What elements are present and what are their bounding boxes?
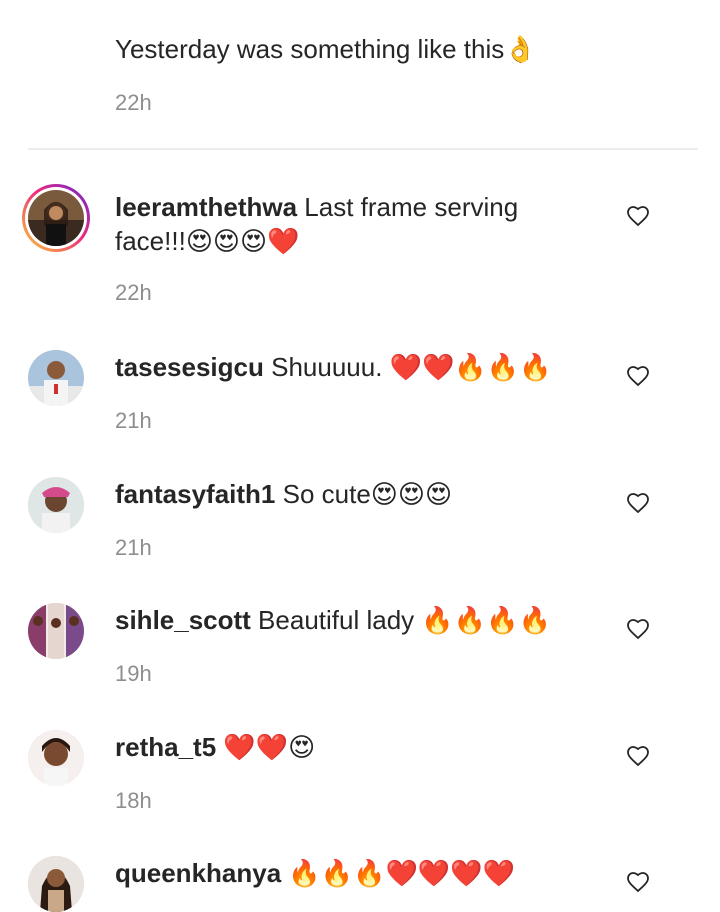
heart-outline-icon[interactable]: [626, 491, 650, 515]
comment-body: leeramthethwa Last frame serving face!!!…: [115, 190, 585, 258]
heart-outline-icon[interactable]: [626, 870, 650, 894]
comment-username[interactable]: tasesesigcu: [115, 352, 264, 382]
heart-outline-icon[interactable]: [626, 204, 650, 228]
comment-body: tasesesigcu Shuuuuu. ❤️❤️🔥🔥🔥: [115, 350, 585, 384]
comment-body: retha_t5 ❤️❤️😍: [115, 730, 585, 764]
avatar[interactable]: [28, 603, 84, 659]
comment-text: Shuuuuu. ❤️❤️🔥🔥🔥: [263, 352, 552, 382]
comment-username[interactable]: leeramthethwa: [115, 192, 297, 222]
caption-timestamp[interactable]: 22h: [115, 90, 152, 116]
comment-timestamp[interactable]: 19h: [115, 661, 152, 687]
comment-username[interactable]: queenkhanya: [115, 858, 281, 888]
comment-text: ❤️❤️😍: [216, 732, 316, 762]
comment-text: Beautiful lady 🔥🔥🔥🔥: [250, 605, 551, 635]
comment-timestamp[interactable]: 21h: [115, 408, 152, 434]
avatar[interactable]: [28, 730, 84, 786]
avatar[interactable]: [28, 477, 84, 533]
caption-text: Yesterday was something like this👌: [115, 34, 537, 64]
avatar-story-ring[interactable]: [22, 184, 90, 252]
comment-body: sihle_scott Beautiful lady 🔥🔥🔥🔥: [115, 603, 585, 637]
heart-outline-icon[interactable]: [626, 617, 650, 641]
comment-text: So cute😍😍😍: [275, 479, 453, 509]
avatar: [28, 190, 84, 246]
comment-timestamp[interactable]: 21h: [115, 535, 152, 561]
avatar[interactable]: [28, 856, 84, 912]
comment-username[interactable]: sihle_scott: [115, 605, 251, 635]
comment-username[interactable]: retha_t5: [115, 732, 216, 762]
heart-outline-icon[interactable]: [626, 364, 650, 388]
comment-body: fantasyfaith1 So cute😍😍😍: [115, 477, 585, 511]
comment-username[interactable]: fantasyfaith1: [115, 479, 275, 509]
comment-body: queenkhanya 🔥🔥🔥❤️❤️❤️❤️: [115, 856, 585, 890]
comment-text: 🔥🔥🔥❤️❤️❤️❤️: [281, 858, 516, 888]
heart-outline-icon[interactable]: [626, 744, 650, 768]
avatar[interactable]: [28, 350, 84, 406]
comment-timestamp[interactable]: 18h: [115, 788, 152, 814]
divider: [28, 148, 698, 150]
comment-timestamp[interactable]: 22h: [115, 280, 152, 306]
